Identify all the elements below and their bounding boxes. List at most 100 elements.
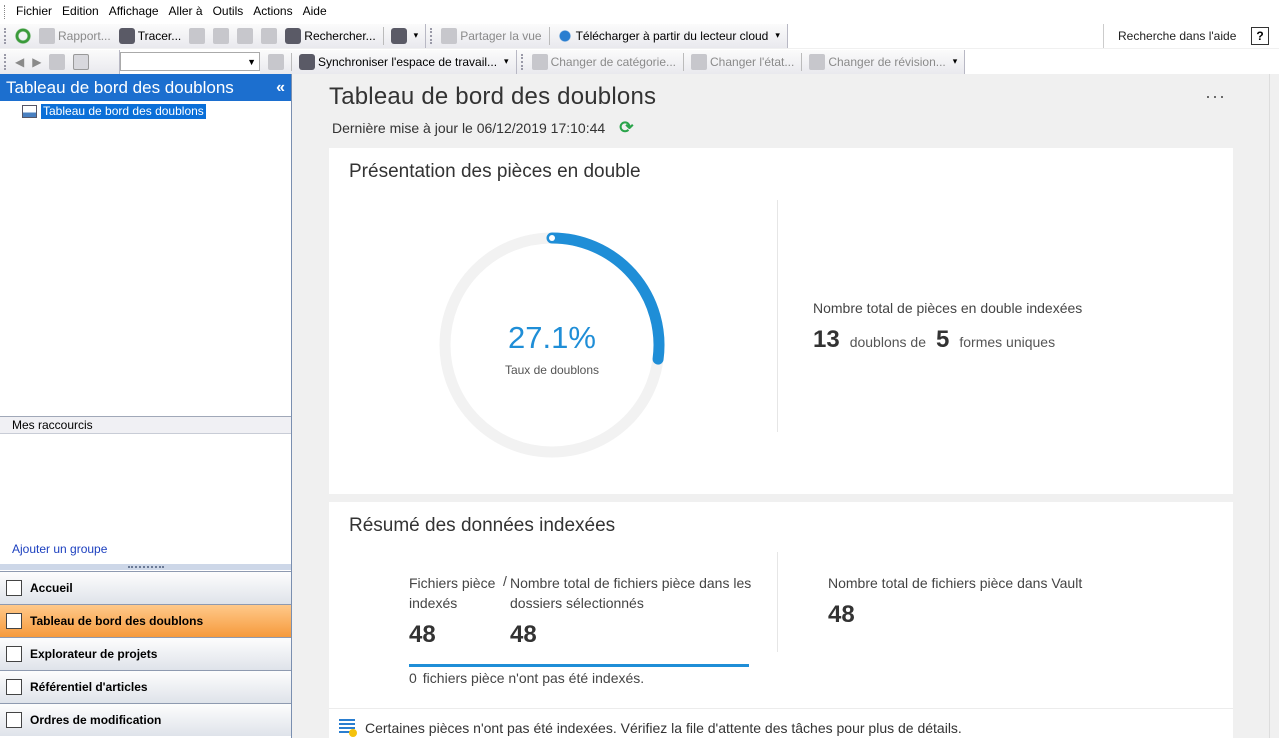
menu-actions[interactable]: Actions bbox=[248, 0, 297, 23]
change-revision-button[interactable]: Changer de révision... bbox=[805, 51, 949, 73]
copy-icon bbox=[237, 27, 254, 44]
left-pane-title: Tableau de bord des doublons bbox=[6, 77, 234, 97]
pane-splitter[interactable] bbox=[0, 564, 291, 570]
search-button[interactable]: Rechercher... bbox=[281, 25, 379, 47]
cart-button[interactable] bbox=[387, 25, 411, 47]
change-state-label: Changer l'état... bbox=[710, 54, 795, 69]
not-indexed-count: 0 bbox=[409, 670, 417, 686]
left-pane: Tableau de bord des doublons « Tableau d… bbox=[0, 74, 292, 738]
help-search: Recherche dans l'aide ? bbox=[1103, 24, 1279, 48]
card-title: Résumé des données indexées bbox=[349, 515, 616, 536]
copy-button[interactable] bbox=[233, 25, 257, 47]
toolbar-grip bbox=[4, 53, 7, 70]
dashboard-icon bbox=[22, 104, 37, 118]
nav-accueil[interactable]: Accueil bbox=[0, 571, 291, 604]
help-icon[interactable]: ? bbox=[1251, 27, 1269, 45]
duplicate-rate-label: Taux de doublons bbox=[504, 363, 600, 377]
vault-files-value: 48 bbox=[828, 601, 855, 628]
share-view-label: Partager la vue bbox=[460, 28, 542, 43]
refresh-icon[interactable]: ⟳ bbox=[619, 118, 633, 138]
menu-edition[interactable]: Edition bbox=[57, 0, 104, 23]
dashboard-icon bbox=[6, 613, 22, 629]
sync-icon bbox=[299, 53, 315, 70]
plot-button[interactable]: Tracer... bbox=[115, 25, 186, 47]
task-queue-warning-icon bbox=[339, 719, 357, 737]
slash-separator: / bbox=[503, 573, 507, 589]
sync-dropdown[interactable]: ▾ bbox=[501, 56, 512, 67]
duplicates-text: doublons de bbox=[849, 334, 926, 350]
menu-affichage[interactable]: Affichage bbox=[104, 0, 164, 23]
nav-change-orders[interactable]: Ordres de modification bbox=[0, 703, 291, 736]
not-indexed-text: fichiers pièce n'ont pas été indexés. bbox=[422, 670, 645, 686]
nav-item-master[interactable]: Référentiel d'articles bbox=[0, 670, 291, 703]
toolbar-separator bbox=[291, 52, 292, 71]
menu-outils[interactable]: Outils bbox=[208, 0, 249, 23]
tree-item-dashboard[interactable]: Tableau de bord des doublons bbox=[22, 103, 291, 119]
last-update: Dernière mise à jour le 06/12/2019 17:10… bbox=[332, 118, 633, 138]
address-dropdown[interactable]: ▼ bbox=[120, 52, 260, 71]
add-group-link[interactable]: Ajouter un groupe bbox=[12, 542, 107, 556]
menu-aller-a[interactable]: Aller à bbox=[164, 0, 208, 23]
menu-aide[interactable]: Aide bbox=[298, 0, 332, 23]
vault-files-block: Nombre total de fichiers pièce dans Vaul… bbox=[828, 573, 1082, 629]
unique-text: formes uniques bbox=[959, 334, 1056, 350]
total-duplicates-label: Nombre total de pièces en double indexée… bbox=[813, 300, 1083, 316]
left-pane-header: Tableau de bord des doublons « bbox=[0, 74, 291, 101]
up-folder-button[interactable] bbox=[45, 51, 69, 73]
more-options-icon[interactable]: ··· bbox=[1205, 86, 1226, 107]
cloud-download-button[interactable]: Télécharger à partir du lecteur cloud bbox=[553, 25, 773, 47]
nav-label: Ordres de modification bbox=[30, 713, 162, 727]
refresh-button[interactable] bbox=[11, 25, 35, 47]
report-button[interactable]: Rapport... bbox=[35, 25, 115, 47]
toolbar-overflow-dropdown[interactable]: ▾ bbox=[950, 56, 961, 67]
workspace-button[interactable] bbox=[264, 51, 288, 73]
menu-grip bbox=[4, 4, 7, 19]
plot-label: Tracer... bbox=[137, 28, 182, 43]
refresh-icon bbox=[15, 27, 31, 44]
preview-button[interactable] bbox=[209, 25, 233, 47]
duplicate-rate-value: 27.1% bbox=[508, 320, 596, 355]
duplicate-rate-gauge: 27.1% Taux de doublons bbox=[437, 230, 667, 460]
tree-item-label: Tableau de bord des doublons bbox=[41, 103, 206, 119]
vault-files-label: Nombre total de fichiers pièce dans Vaul… bbox=[828, 575, 1083, 591]
back-button[interactable]: ◀ bbox=[11, 51, 28, 73]
nav-duplicates-dashboard[interactable]: Tableau de bord des doublons bbox=[0, 604, 291, 637]
preview-icon bbox=[213, 27, 230, 44]
share-view-button[interactable]: Partager la vue bbox=[437, 25, 545, 47]
change-revision-label: Changer de révision... bbox=[828, 54, 946, 69]
menu-bar: Fichier Edition Affichage Aller à Outils… bbox=[0, 0, 1279, 23]
notice-divider bbox=[329, 708, 1233, 709]
help-search-input[interactable]: Recherche dans l'aide bbox=[1104, 29, 1251, 43]
export-button[interactable] bbox=[257, 25, 281, 47]
menu-fichier[interactable]: Fichier bbox=[11, 0, 57, 23]
nav-label: Tableau de bord des doublons bbox=[30, 614, 204, 628]
collapse-icon[interactable]: « bbox=[276, 79, 285, 97]
forward-button[interactable]: ▶ bbox=[28, 51, 45, 73]
print-button[interactable] bbox=[185, 25, 209, 47]
nav-project-explorer[interactable]: Explorateur de projets bbox=[0, 637, 291, 670]
vertical-scrollbar[interactable] bbox=[1269, 74, 1279, 738]
sync-workspace-label: Synchroniser l'espace de travail... bbox=[318, 54, 498, 69]
notice-text: Certaines pièces n'ont pas été indexées.… bbox=[365, 720, 962, 736]
up-folder-icon bbox=[49, 53, 66, 70]
workspace-icon bbox=[268, 53, 284, 70]
change-category-button[interactable]: Changer de catégorie... bbox=[528, 51, 680, 73]
toolbar-separator bbox=[683, 52, 684, 71]
card-divider bbox=[777, 200, 778, 432]
change-state-button[interactable]: Changer l'état... bbox=[687, 51, 798, 73]
gauge-start-dot bbox=[549, 235, 555, 241]
toolbar-grip bbox=[4, 27, 7, 44]
toolbar-grip bbox=[430, 27, 433, 44]
state-icon bbox=[691, 53, 707, 70]
toolbar-separator bbox=[548, 26, 550, 45]
panel-button[interactable] bbox=[69, 51, 93, 73]
indexing-progress-bar bbox=[409, 664, 749, 667]
toolbar-overflow-dropdown[interactable]: ▾ bbox=[411, 30, 422, 41]
duplicates-count: 13 bbox=[813, 326, 840, 353]
toolbar-overflow-dropdown[interactable]: ▾ bbox=[772, 30, 783, 41]
duplicates-summary: 13 doublons de 5 formes uniques bbox=[813, 326, 1082, 354]
share-icon bbox=[441, 27, 458, 44]
sync-workspace-button[interactable]: Synchroniser l'espace de travail... bbox=[295, 51, 501, 73]
search-label: Rechercher... bbox=[304, 28, 376, 43]
unique-count: 5 bbox=[936, 326, 950, 353]
